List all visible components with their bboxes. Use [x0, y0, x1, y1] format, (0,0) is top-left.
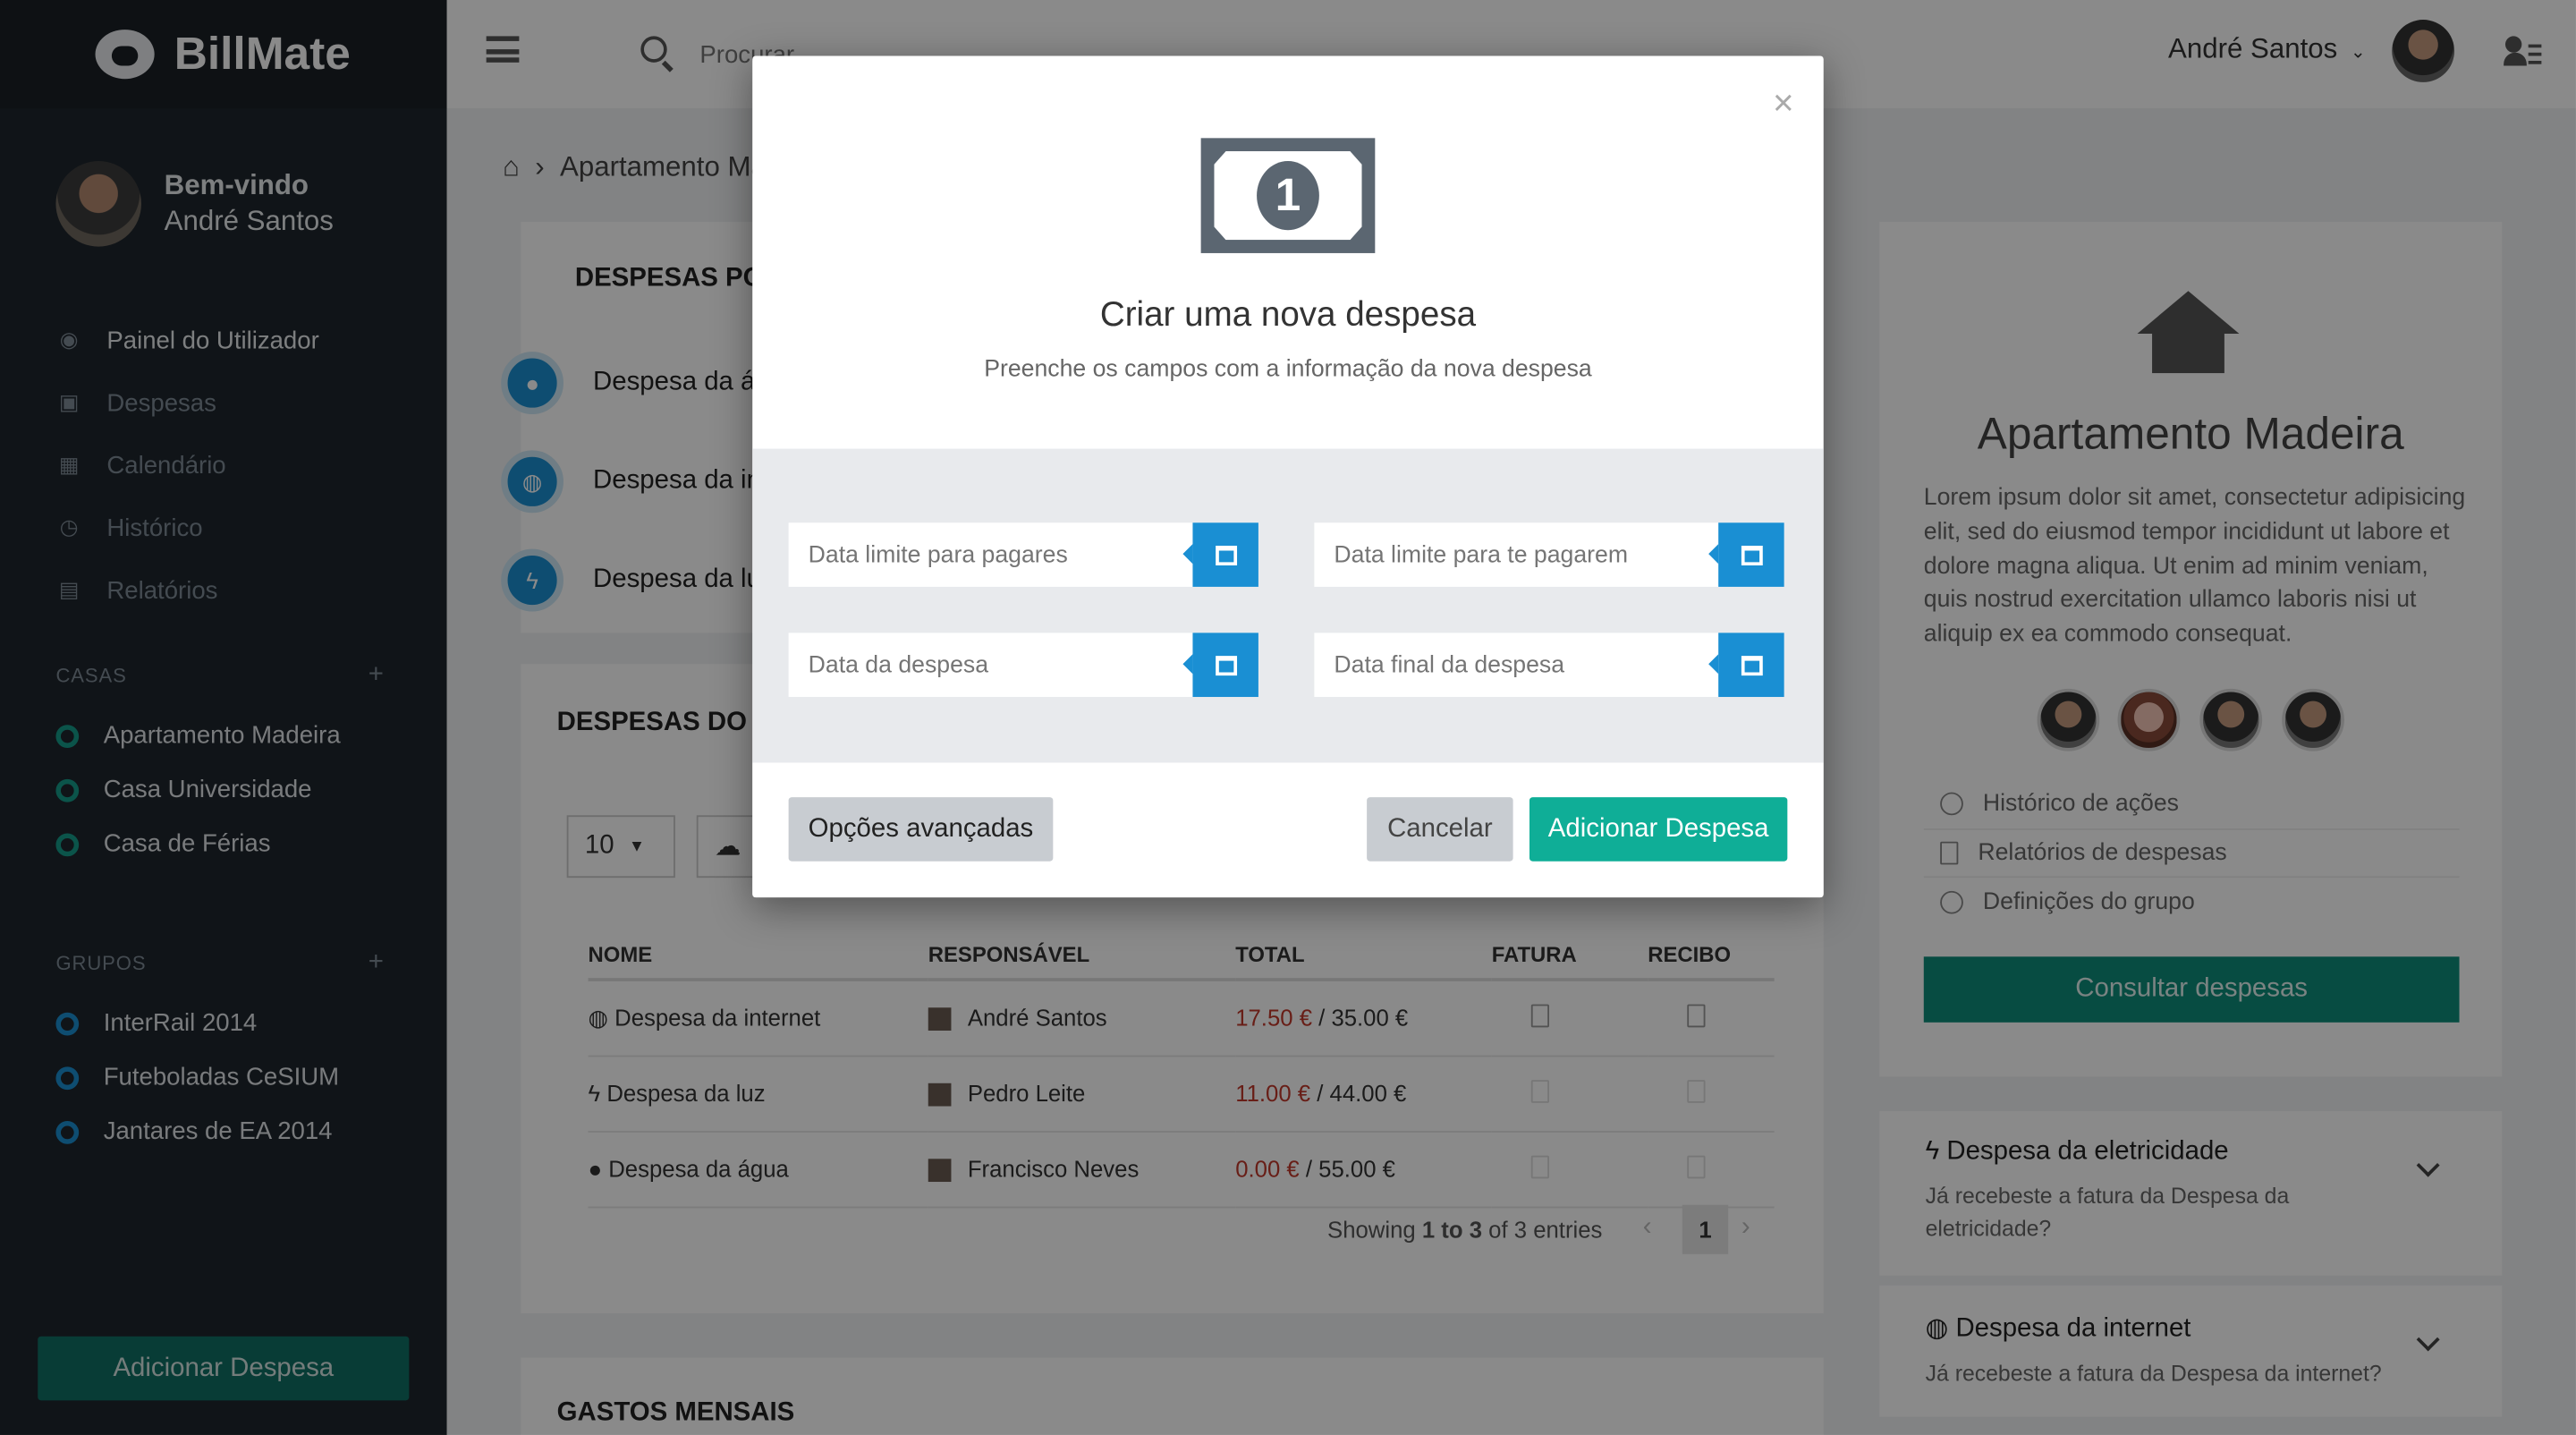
calendar-icon[interactable] [1708, 633, 1784, 698]
expense-date-field[interactable] [788, 633, 1258, 698]
calendar-icon[interactable] [1708, 522, 1784, 587]
money-bill-icon: 1 [1200, 138, 1376, 253]
cancel-button[interactable]: Cancelar [1367, 797, 1513, 862]
due-date-field[interactable] [788, 522, 1258, 587]
receive-date-field[interactable] [1314, 522, 1784, 587]
new-expense-modal: × 1 Criar uma nova despesa Preenche os c… [752, 55, 1824, 898]
due-date-input[interactable] [788, 522, 1183, 587]
advanced-options-button[interactable]: Opções avançadas [788, 797, 1054, 862]
calendar-icon[interactable] [1182, 522, 1258, 587]
modal-footer: Opções avançadas Cancelar Adicionar Desp… [752, 762, 1824, 898]
receive-date-input[interactable] [1314, 522, 1709, 587]
add-expense-button[interactable]: Adicionar Despesa [1529, 797, 1788, 862]
modal-title: Criar uma nova despesa [1099, 295, 1477, 334]
modal-form [752, 448, 1824, 763]
bill-coin: 1 [1257, 161, 1319, 231]
calendar-icon[interactable] [1182, 633, 1258, 698]
end-date-field[interactable] [1314, 633, 1784, 698]
modal-subtitle: Preenche os campos com a informação da n… [984, 356, 1592, 384]
expense-date-input[interactable] [788, 633, 1183, 698]
close-icon[interactable]: × [1773, 82, 1794, 125]
end-date-input[interactable] [1314, 633, 1709, 698]
